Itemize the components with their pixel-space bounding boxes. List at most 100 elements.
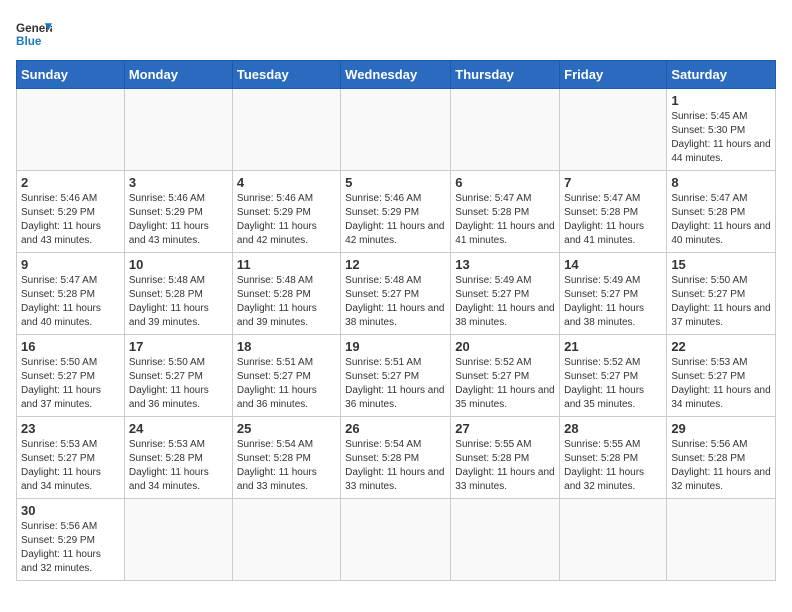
day-number: 18	[237, 339, 336, 354]
calendar-day-cell: 20Sunrise: 5:52 AM Sunset: 5:27 PM Dayli…	[451, 335, 560, 417]
day-number: 27	[455, 421, 555, 436]
calendar-day-cell	[124, 499, 232, 581]
day-number: 6	[455, 175, 555, 190]
day-info: Sunrise: 5:45 AM Sunset: 5:30 PM Dayligh…	[671, 110, 771, 166]
calendar-day-cell: 5Sunrise: 5:46 AM Sunset: 5:29 PM Daylig…	[341, 171, 451, 253]
day-number: 15	[671, 257, 771, 272]
calendar-day-cell	[560, 499, 667, 581]
calendar-day-cell: 11Sunrise: 5:48 AM Sunset: 5:28 PM Dayli…	[232, 253, 340, 335]
day-info: Sunrise: 5:47 AM Sunset: 5:28 PM Dayligh…	[21, 274, 120, 330]
calendar-day-cell: 23Sunrise: 5:53 AM Sunset: 5:27 PM Dayli…	[17, 417, 125, 499]
calendar-day-cell	[232, 499, 340, 581]
day-number: 2	[21, 175, 120, 190]
calendar-week-row: 23Sunrise: 5:53 AM Sunset: 5:27 PM Dayli…	[17, 417, 776, 499]
calendar-day-cell: 10 Sunrise: 5:48 AM Sunset: 5:28 PM Dayli…	[124, 253, 232, 335]
day-number: 1	[671, 93, 771, 108]
day-info: Sunrise: 5:50 AM Sunset: 5:27 PM Dayligh…	[129, 356, 228, 412]
calendar-day-cell: 17 Sunrise: 5:50 AM Sunset: 5:27 PM Dayli…	[124, 335, 232, 417]
day-info: Sunrise: 5:49 AM Sunset: 5:27 PM Dayligh…	[564, 274, 662, 330]
day-info: Sunrise: 5:53 AM Sunset: 5:27 PM Dayligh…	[21, 438, 120, 494]
day-number: 20	[455, 339, 555, 354]
day-number: 9	[21, 257, 120, 272]
day-number: 17	[129, 339, 228, 354]
day-info: Sunrise: 5:46 AM Sunset: 5:29 PM Dayligh…	[129, 192, 228, 248]
calendar-week-row: 30 Sunrise: 5:56 AM Sunset: 5:29 PM Dayli…	[17, 499, 776, 581]
calendar-day-cell: 12 Sunrise: 5:48 AM Sunset: 5:27 PM Dayli…	[341, 253, 451, 335]
calendar-day-cell	[17, 89, 125, 171]
logo: General Blue	[16, 16, 52, 52]
calendar-day-cell: 21 Sunrise: 5:52 AM Sunset: 5:27 PM Dayli…	[560, 335, 667, 417]
calendar-day-cell: 9 Sunrise: 5:47 AM Sunset: 5:28 PM Daylig…	[17, 253, 125, 335]
weekday-header: Thursday	[451, 61, 560, 89]
day-number: 8	[671, 175, 771, 190]
calendar-day-cell: 13 Sunrise: 5:49 AM Sunset: 5:27 PM Dayli…	[451, 253, 560, 335]
day-number: 3	[129, 175, 228, 190]
day-info: Sunrise: 5:51 AM Sunset: 5:27 PM Dayligh…	[237, 356, 336, 412]
day-number: 29	[671, 421, 771, 436]
day-number: 13	[455, 257, 555, 272]
calendar-day-cell	[341, 499, 451, 581]
calendar-day-cell: 2 Sunrise: 5:46 AM Sunset: 5:29 PM Daylig…	[17, 171, 125, 253]
day-info: Sunrise: 5:52 AM Sunset: 5:27 PM Dayligh…	[564, 356, 662, 412]
day-number: 16	[21, 339, 120, 354]
day-info: Sunrise: 5:48 AM Sunset: 5:27 PM Dayligh…	[345, 274, 446, 330]
calendar-day-cell: 27Sunrise: 5:55 AM Sunset: 5:28 PM Dayli…	[451, 417, 560, 499]
calendar-day-cell: 6Sunrise: 5:47 AM Sunset: 5:28 PM Daylig…	[451, 171, 560, 253]
calendar-day-cell: 3 Sunrise: 5:46 AM Sunset: 5:29 PM Daylig…	[124, 171, 232, 253]
calendar-day-cell: 8 Sunrise: 5:47 AM Sunset: 5:28 PM Daylig…	[667, 171, 776, 253]
day-number: 22	[671, 339, 771, 354]
day-info: Sunrise: 5:47 AM Sunset: 5:28 PM Dayligh…	[671, 192, 771, 248]
weekday-header: Tuesday	[232, 61, 340, 89]
day-info: Sunrise: 5:47 AM Sunset: 5:28 PM Dayligh…	[564, 192, 662, 248]
calendar-day-cell: 4Sunrise: 5:46 AM Sunset: 5:29 PM Daylig…	[232, 171, 340, 253]
day-info: Sunrise: 5:48 AM Sunset: 5:28 PM Dayligh…	[129, 274, 228, 330]
day-number: 21	[564, 339, 662, 354]
weekday-header: Sunday	[17, 61, 125, 89]
day-info: Sunrise: 5:54 AM Sunset: 5:28 PM Dayligh…	[345, 438, 446, 494]
calendar-day-cell	[341, 89, 451, 171]
day-number: 28	[564, 421, 662, 436]
calendar-day-cell: 16 Sunrise: 5:50 AM Sunset: 5:27 PM Dayli…	[17, 335, 125, 417]
day-number: 7	[564, 175, 662, 190]
day-number: 19	[345, 339, 446, 354]
day-info: Sunrise: 5:55 AM Sunset: 5:28 PM Dayligh…	[564, 438, 662, 494]
day-number: 12	[345, 257, 446, 272]
page-header: General Blue	[16, 16, 776, 52]
calendar-week-row: 9 Sunrise: 5:47 AM Sunset: 5:28 PM Daylig…	[17, 253, 776, 335]
day-number: 30	[21, 503, 120, 518]
calendar-day-cell: 29 Sunrise: 5:56 AM Sunset: 5:28 PM Dayli…	[667, 417, 776, 499]
day-number: 11	[237, 257, 336, 272]
calendar-week-row: 16 Sunrise: 5:50 AM Sunset: 5:27 PM Dayli…	[17, 335, 776, 417]
day-info: Sunrise: 5:49 AM Sunset: 5:27 PM Dayligh…	[455, 274, 555, 330]
calendar-day-cell	[451, 499, 560, 581]
calendar-table: SundayMondayTuesdayWednesdayThursdayFrid…	[16, 60, 776, 581]
weekday-header: Wednesday	[341, 61, 451, 89]
logo-icon: General Blue	[16, 16, 52, 52]
day-info: Sunrise: 5:56 AM Sunset: 5:29 PM Dayligh…	[21, 520, 120, 576]
calendar-week-row: 2 Sunrise: 5:46 AM Sunset: 5:29 PM Daylig…	[17, 171, 776, 253]
calendar-day-cell	[560, 89, 667, 171]
day-number: 4	[237, 175, 336, 190]
day-number: 26	[345, 421, 446, 436]
calendar-day-cell: 28 Sunrise: 5:55 AM Sunset: 5:28 PM Dayli…	[560, 417, 667, 499]
day-info: Sunrise: 5:56 AM Sunset: 5:28 PM Dayligh…	[671, 438, 771, 494]
calendar-day-cell: 19Sunrise: 5:51 AM Sunset: 5:27 PM Dayli…	[341, 335, 451, 417]
calendar-day-cell: 14Sunrise: 5:49 AM Sunset: 5:27 PM Dayli…	[560, 253, 667, 335]
calendar-day-cell: 1 Sunrise: 5:45 AM Sunset: 5:30 PM Daylig…	[667, 89, 776, 171]
svg-text:Blue: Blue	[16, 35, 42, 48]
calendar-day-cell: 26 Sunrise: 5:54 AM Sunset: 5:28 PM Dayli…	[341, 417, 451, 499]
day-info: Sunrise: 5:46 AM Sunset: 5:29 PM Dayligh…	[21, 192, 120, 248]
day-number: 10	[129, 257, 228, 272]
calendar-day-cell: 30 Sunrise: 5:56 AM Sunset: 5:29 PM Dayli…	[17, 499, 125, 581]
day-info: Sunrise: 5:50 AM Sunset: 5:27 PM Dayligh…	[21, 356, 120, 412]
day-info: Sunrise: 5:53 AM Sunset: 5:28 PM Dayligh…	[129, 438, 228, 494]
calendar-day-cell: 15Sunrise: 5:50 AM Sunset: 5:27 PM Dayli…	[667, 253, 776, 335]
calendar-week-row: 1 Sunrise: 5:45 AM Sunset: 5:30 PM Daylig…	[17, 89, 776, 171]
calendar-day-cell: 7 Sunrise: 5:47 AM Sunset: 5:28 PM Daylig…	[560, 171, 667, 253]
calendar-day-cell: 24 Sunrise: 5:53 AM Sunset: 5:28 PM Dayli…	[124, 417, 232, 499]
calendar-day-cell	[451, 89, 560, 171]
calendar-day-cell: 22Sunrise: 5:53 AM Sunset: 5:27 PM Dayli…	[667, 335, 776, 417]
day-info: Sunrise: 5:46 AM Sunset: 5:29 PM Dayligh…	[345, 192, 446, 248]
calendar-day-cell	[667, 499, 776, 581]
day-number: 24	[129, 421, 228, 436]
